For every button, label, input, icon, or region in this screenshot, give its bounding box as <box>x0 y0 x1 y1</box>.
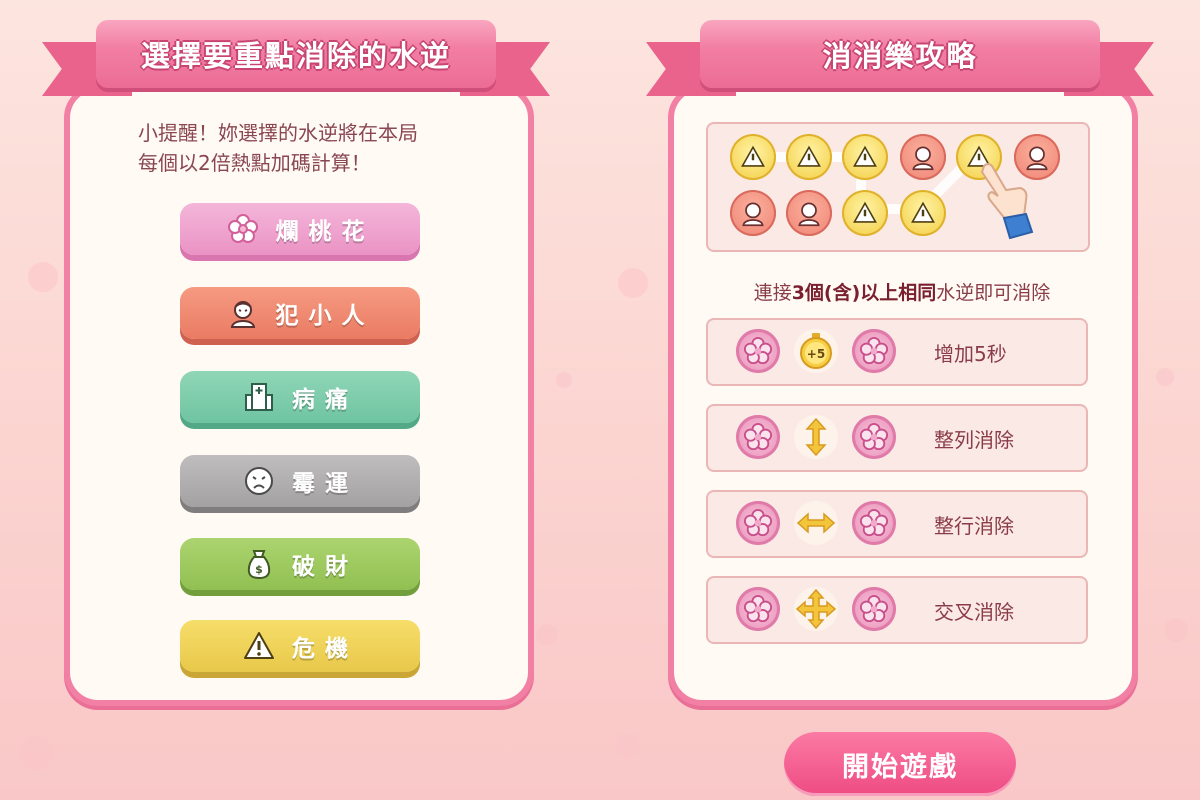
strategy-panel-banner: 消消樂攻略 <box>646 10 1154 96</box>
flower-tile <box>736 501 780 545</box>
bg-bubble <box>20 736 54 770</box>
bg-bubble <box>618 268 648 298</box>
warning-tile <box>730 134 776 180</box>
category-button-money-loss[interactable]: $ 破財 <box>180 538 420 590</box>
combo-row-clear-column: 整列消除 <box>706 404 1088 472</box>
bg-bubble <box>536 624 558 646</box>
vertical-arrows-icon <box>794 415 838 459</box>
category-button-bad-luck[interactable]: 霉運 <box>180 455 420 507</box>
money-bag-icon: $ <box>242 547 276 581</box>
combo-effect-label: 增加5秒 <box>934 341 1007 366</box>
combo-row-clear-row: 整行消除 <box>706 490 1088 558</box>
combo-row-add-time: +5 增加5秒 <box>706 318 1088 386</box>
flower-tile <box>736 329 780 373</box>
warning-tile <box>900 190 946 236</box>
flower-tile <box>852 501 896 545</box>
flower-tile <box>852 415 896 459</box>
category-button-bad-romance[interactable]: 爛桃花 <box>180 203 420 255</box>
hint-text: 小提醒！妳選擇的水逆將在本局 每個以2倍熱點加碼計算！ <box>138 121 418 175</box>
horizontal-arrows-icon <box>794 501 838 545</box>
sad-face-icon <box>242 464 276 498</box>
stopwatch-plus5-icon: +5 <box>794 329 838 373</box>
bg-bubble <box>556 372 572 388</box>
warning-tile <box>786 134 832 180</box>
category-button-crisis[interactable]: 危機 <box>180 620 420 672</box>
flower-tile <box>736 415 780 459</box>
category-button-villain[interactable]: 犯小人 <box>180 287 420 339</box>
category-button-illness[interactable]: 病痛 <box>180 371 420 423</box>
combo-effect-label: 整列消除 <box>934 427 1014 452</box>
pointing-hand-icon <box>980 163 1034 240</box>
combo-effect-label: 整行消除 <box>934 513 1014 538</box>
flower-icon <box>226 212 260 246</box>
bg-bubble <box>616 734 640 758</box>
start-game-button[interactable]: 開始遊戲 <box>784 732 1016 796</box>
warning-icon <box>242 629 276 663</box>
bg-bubble <box>1164 618 1188 642</box>
example-tile-grid <box>706 122 1090 252</box>
warning-tile <box>842 190 888 236</box>
rule-text: 連接3個(含)以上相同水逆即可消除 <box>753 282 1051 304</box>
flower-tile <box>852 329 896 373</box>
flower-tile <box>852 587 896 631</box>
cross-arrows-icon <box>794 587 838 631</box>
svg-text:+5: +5 <box>807 347 825 361</box>
category-panel-banner: 選擇要重點消除的水逆 <box>42 10 550 96</box>
bg-bubble <box>28 262 58 292</box>
warning-tile <box>842 134 888 180</box>
person-tile <box>730 190 776 236</box>
person-tile <box>786 190 832 236</box>
svg-text:$: $ <box>255 563 263 576</box>
flower-tile <box>736 587 780 631</box>
person-icon <box>226 296 260 330</box>
person-tile <box>900 134 946 180</box>
combo-effect-label: 交叉消除 <box>934 599 1014 624</box>
bg-bubble <box>1156 368 1174 386</box>
combo-row-clear-cross: 交叉消除 <box>706 576 1088 644</box>
strategy-panel-title: 消消樂攻略 <box>822 39 978 73</box>
category-panel-title: 選擇要重點消除的水逆 <box>140 39 451 73</box>
hospital-icon <box>242 380 276 414</box>
